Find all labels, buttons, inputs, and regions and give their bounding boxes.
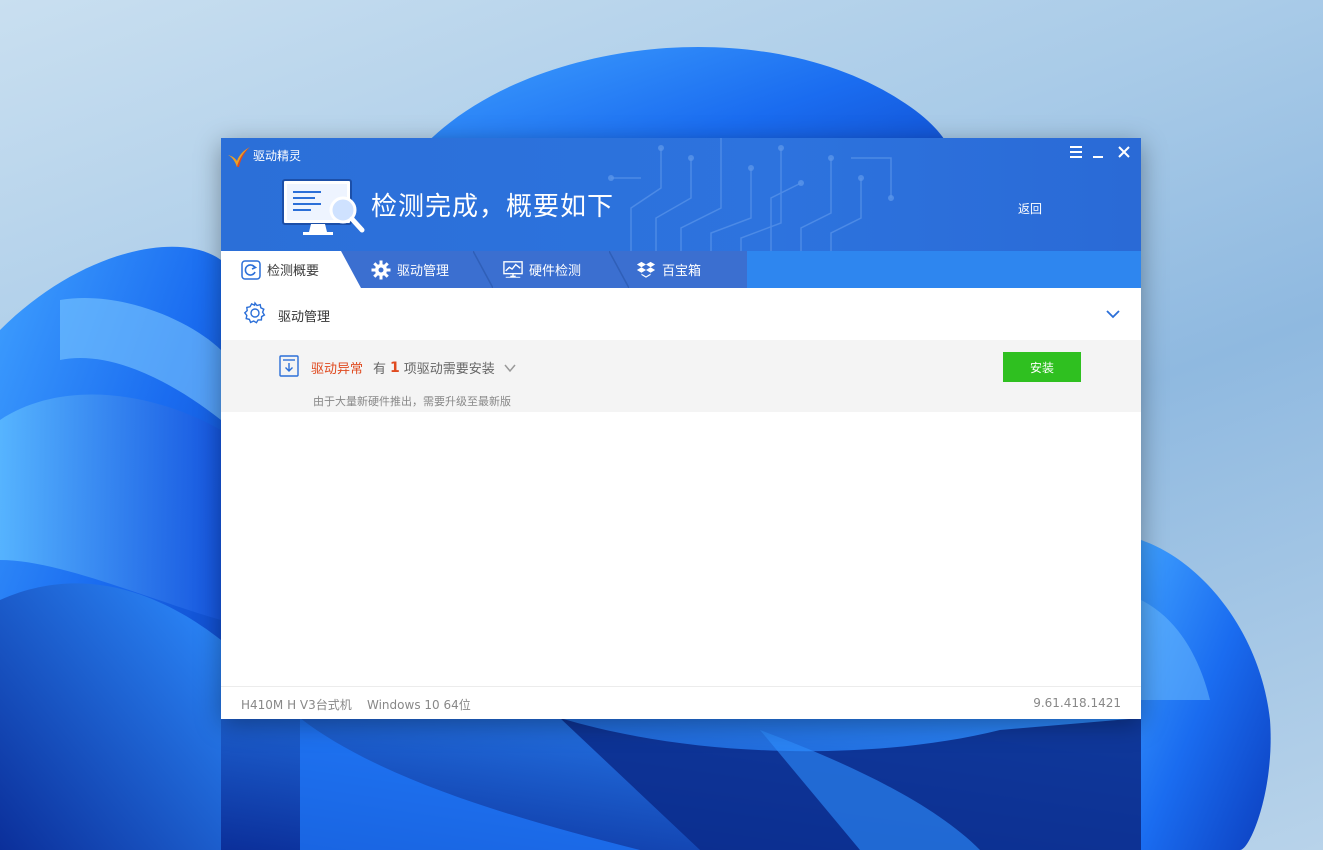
- page-title: 检测完成，概要如下: [371, 192, 615, 222]
- app-header: 驱动精灵 检测完成，概要如下 返回: [221, 138, 1141, 251]
- app-version: 9.61.418.1421: [1033, 696, 1121, 710]
- alert-summary: 驱动异常 有 1 项驱动需要安装: [311, 358, 517, 377]
- alert-status: 驱动异常: [311, 362, 364, 377]
- status-bar: H410M H V3台式机 Windows 10 64位 9.61.418.14…: [221, 686, 1141, 719]
- alert-count: 1: [390, 359, 400, 376]
- alert-description: 由于大量新硬件推出，需要升级至最新版: [313, 395, 511, 408]
- chevron-down-icon[interactable]: [1105, 306, 1121, 322]
- install-button[interactable]: 安装: [1003, 352, 1081, 382]
- driver-alert-panel: 驱动异常 有 1 项驱动需要安装 由于大量新硬件推出，需要升级至最新版 安装: [221, 340, 1141, 412]
- section-title: 驱动管理: [278, 310, 331, 325]
- tab-separator: [473, 251, 493, 288]
- driver-management-section-header[interactable]: 驱动管理: [221, 288, 1141, 340]
- circuit-decoration: [608, 138, 894, 251]
- tab-toolbox[interactable]: 百宝箱: [636, 251, 701, 288]
- tab-hardware-detection-label: 硬件检测: [529, 264, 582, 279]
- back-link[interactable]: 返回: [1018, 200, 1042, 217]
- tab-toolbox-label: 百宝箱: [662, 264, 702, 279]
- driver-download-icon: [279, 355, 299, 377]
- monitor-chart-icon: [503, 260, 523, 278]
- tab-hardware-detection[interactable]: 硬件检测: [503, 251, 581, 288]
- driver-genius-window: 驱动精灵 检测完成，概要如下 返回 检测概要 驱动管理 硬件检测 百宝箱 驱动管…: [221, 138, 1141, 719]
- box-icon: [636, 261, 656, 278]
- alert-suffix: 项驱动需要安装: [403, 362, 495, 377]
- menu-icon[interactable]: [1065, 144, 1087, 164]
- tab-separator: [609, 251, 629, 288]
- monitor-search-icon: [282, 179, 365, 235]
- os-version: Windows 10 64位: [367, 698, 471, 712]
- app-title: 驱动精灵: [253, 149, 302, 163]
- refresh-icon: [241, 259, 261, 280]
- tab-bar: 检测概要 驱动管理 硬件检测 百宝箱: [221, 251, 1141, 288]
- close-icon[interactable]: [1113, 144, 1135, 164]
- tab-driver-management[interactable]: 驱动管理: [371, 251, 449, 288]
- app-logo-icon: [228, 147, 250, 167]
- tab-driver-management-label: 驱动管理: [397, 264, 450, 279]
- chevron-down-icon[interactable]: [503, 361, 517, 375]
- tab-summary[interactable]: 检测概要: [221, 251, 361, 288]
- alert-prefix: 有: [373, 362, 387, 377]
- tab-summary-label: 检测概要: [267, 264, 320, 279]
- gear-icon: [243, 301, 266, 324]
- gear-icon: [371, 260, 391, 279]
- minimize-icon[interactable]: [1087, 144, 1109, 164]
- machine-model: H410M H V3台式机: [241, 698, 352, 712]
